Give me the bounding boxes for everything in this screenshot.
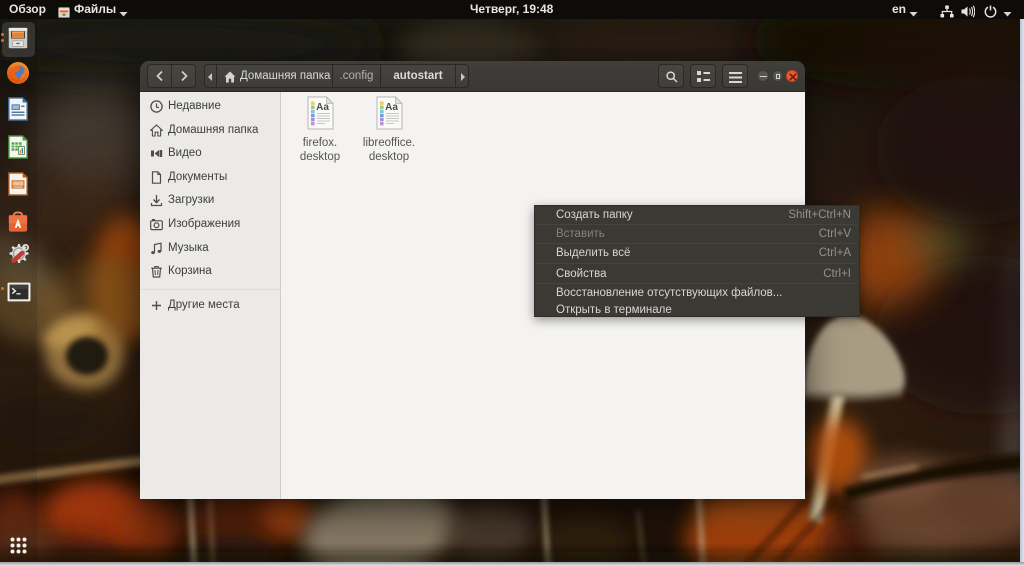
- svg-text:Aa: Aa: [385, 102, 398, 113]
- svg-text:Aa: Aa: [316, 102, 329, 113]
